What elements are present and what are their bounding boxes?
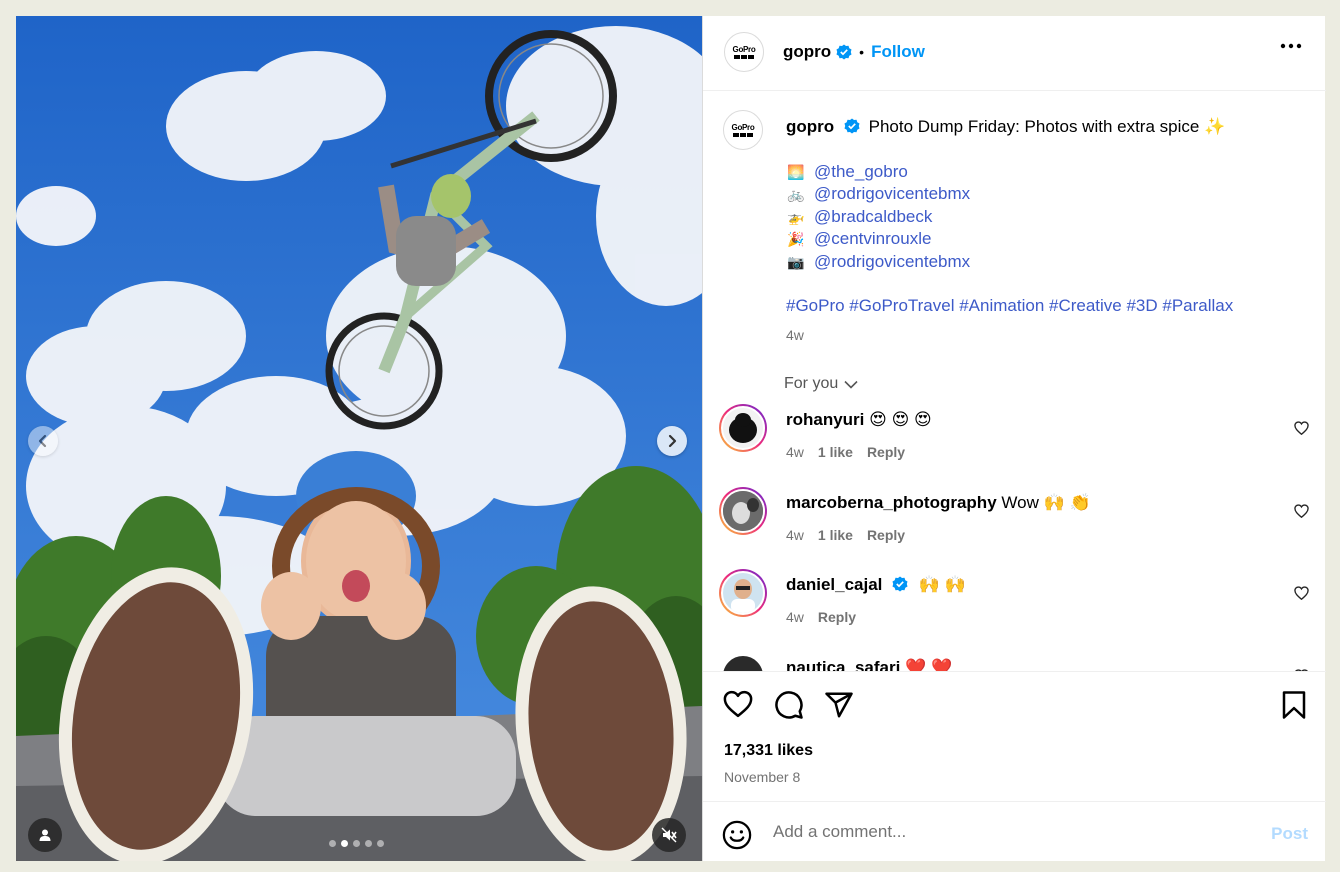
comment-likes[interactable]: 1 like [818, 527, 853, 543]
emoji-icon[interactable] [722, 820, 752, 850]
sunrise-emoji-icon: 🌅 [787, 163, 805, 180]
comment-item: nautica_safari ❤️ ❤️ [719, 652, 1309, 671]
party-emoji-icon: 🎉 [787, 231, 805, 247]
reply-button[interactable]: Reply [867, 444, 905, 460]
gopro-logo-icon [733, 133, 753, 137]
tag-line: 🚁 @bradcaldbeck [786, 206, 1306, 229]
heart-icon[interactable] [1294, 504, 1309, 518]
camera-emoji-icon: 📷 [787, 253, 805, 270]
post-age[interactable]: 4w [786, 324, 1306, 347]
mention-link[interactable]: @rodrigovicentebmx [814, 251, 970, 274]
author-username[interactable]: gopro [783, 42, 831, 62]
next-slide-button[interactable] [657, 426, 687, 456]
previous-slide-button[interactable] [28, 426, 58, 456]
avatar-image [723, 491, 763, 531]
author-avatar[interactable]: GoPro [724, 32, 764, 72]
comment-age[interactable]: 4w [786, 609, 804, 625]
carousel-dot [377, 840, 384, 847]
post-media[interactable] [16, 16, 702, 861]
comment-username[interactable]: nautica_safari [786, 658, 900, 671]
gopro-logo-text: GoPro [732, 45, 756, 54]
mention-link[interactable]: @bradcaldbeck [814, 206, 932, 229]
carousel-dot-active [341, 840, 348, 847]
verified-icon [892, 576, 908, 592]
caption-text: Photo Dump Friday: Photos with extra spi… [868, 117, 1226, 136]
bookmark-icon[interactable] [1281, 690, 1307, 720]
post-comment-button[interactable]: Post [1271, 824, 1308, 844]
comment-item: marcoberna_photography Wow 🙌 👏 4w 1 like… [719, 487, 1309, 557]
chevron-down-icon [844, 380, 858, 389]
caption-username[interactable]: gopro [786, 117, 834, 136]
mute-button[interactable] [652, 818, 686, 852]
comment-input[interactable] [773, 818, 1243, 846]
comment-likes[interactable]: 1 like [818, 444, 853, 460]
gopro-logo-text: GoPro [731, 123, 755, 132]
helicopter-emoji-icon: 🚁 [787, 208, 805, 225]
comment-item: rohanyuri 😍 😍 😍 4w 1 like Reply [719, 404, 1309, 474]
heart-icon[interactable] [1294, 421, 1309, 435]
comment-avatar[interactable] [719, 652, 767, 671]
caption-author-avatar[interactable]: GoPro [723, 110, 763, 150]
avatar-image [731, 579, 755, 613]
verified-icon [844, 118, 860, 134]
mention-link[interactable]: @the_gobro [814, 161, 908, 184]
follow-button[interactable]: Follow [871, 42, 925, 62]
mention-link[interactable]: @centvinrouxle [814, 228, 931, 251]
carousel-dot [329, 840, 336, 847]
heart-icon[interactable] [723, 690, 753, 718]
comment-text: ❤️ ❤️ [905, 658, 953, 671]
carousel-indicator [329, 840, 384, 847]
carousel-dot [365, 840, 372, 847]
comments-scroll-area[interactable]: GoPro gopro Photo Dump Friday: Photos wi… [703, 92, 1326, 671]
comment-age[interactable]: 4w [786, 527, 804, 543]
comment-username[interactable]: rohanyuri [786, 410, 864, 429]
add-comment-bar: Post [703, 801, 1326, 861]
gopro-logo-icon [734, 55, 754, 59]
reply-button[interactable]: Reply [867, 527, 905, 543]
tagged-users-button[interactable] [28, 818, 62, 852]
chevron-left-icon [38, 434, 47, 448]
tag-line: 📷 @rodrigovicentebmx [786, 251, 1306, 274]
reply-button[interactable]: Reply [818, 609, 856, 625]
carousel-dot [353, 840, 360, 847]
comment-avatar[interactable] [719, 487, 767, 535]
header-separator: • [859, 44, 865, 60]
post-actions: 17,331 likes November 8 [703, 671, 1326, 801]
comment-text: 🙌 🙌 [918, 575, 966, 594]
tag-line: 🎉 @centvinrouxle [786, 228, 1306, 251]
comment-item: daniel_cajal 🙌 🙌 4w Reply [719, 569, 1309, 639]
heart-icon[interactable] [1294, 586, 1309, 600]
verified-icon [836, 44, 852, 60]
avatar-image [729, 413, 757, 443]
post-details-panel: GoPro gopro • Follow GoPro gopro Photo D… [702, 16, 1326, 861]
comment-age[interactable]: 4w [786, 444, 804, 460]
post-header: GoPro gopro • Follow [703, 16, 1326, 91]
hashtags[interactable]: #GoPro #GoProTravel #Animation #Creative… [786, 295, 1306, 318]
comment-sort-dropdown[interactable]: For you [784, 375, 858, 393]
mention-link[interactable]: @rodrigovicentebmx [814, 183, 970, 206]
like-count[interactable]: 17,331 likes [724, 742, 813, 760]
comment-text: 😍 😍 😍 [869, 410, 932, 429]
user-tag-icon [39, 829, 51, 841]
comment-avatar[interactable] [719, 569, 767, 617]
more-options-icon[interactable] [1280, 43, 1302, 49]
comment-avatar[interactable] [719, 404, 767, 452]
comment-sort-label: For you [784, 375, 839, 392]
bicycle-emoji-icon: 🚲 [787, 186, 805, 202]
comment-text: Wow 🙌 👏 [1001, 493, 1091, 512]
window-frame: GoPro gopro • Follow GoPro gopro Photo D… [0, 0, 1340, 872]
comment-username[interactable]: daniel_cajal [786, 575, 882, 594]
comment-icon[interactable] [774, 690, 804, 720]
post-date: November 8 [724, 769, 801, 785]
mute-icon [661, 827, 677, 843]
chevron-right-icon [668, 434, 677, 448]
share-icon[interactable] [824, 690, 854, 720]
comment-username[interactable]: marcoberna_photography [786, 493, 997, 512]
tag-line: 🌅 @the_gobro [786, 161, 1306, 184]
post-photo [16, 16, 702, 861]
tag-line: 🚲 @rodrigovicentebmx [786, 183, 1306, 206]
